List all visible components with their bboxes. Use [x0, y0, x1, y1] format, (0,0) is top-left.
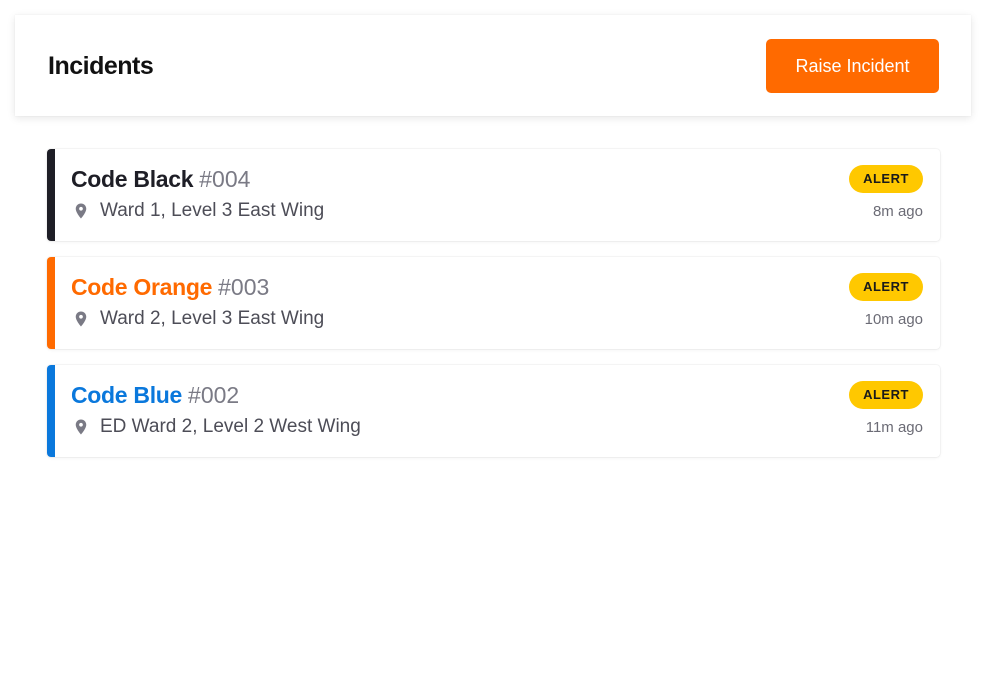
incident-location-row: Ward 2, Level 3 East Wing [72, 307, 324, 331]
map-pin-icon [75, 311, 87, 327]
incident-location-row: Ward 1, Level 3 East Wing [72, 199, 324, 223]
status-badge: ALERT [849, 165, 923, 193]
incident-code: Code Orange [71, 274, 213, 300]
raise-incident-button[interactable]: Raise Incident [766, 39, 939, 93]
incident-location: Ward 1, Level 3 East Wing [100, 200, 325, 221]
incident-location-row: ED Ward 2, Level 2 West Wing [72, 415, 361, 439]
severity-stripe [47, 365, 55, 457]
status-badge: ALERT [849, 381, 923, 409]
incident-code: Code Blue [71, 382, 183, 408]
incidents-header: Incidents Raise Incident [15, 15, 971, 116]
incident-timestamp: 10m ago [864, 311, 923, 328]
incident-timestamp: 11m ago [865, 419, 923, 436]
incident-card[interactable]: Code Blue #002 ED Ward 2, Level 2 West Wi… [47, 365, 940, 457]
incident-card[interactable]: Code Black #004 Ward 1, Level 3 East Wing… [47, 149, 940, 241]
incident-card[interactable]: Code Orange #003 Ward 2, Level 3 East Win… [47, 257, 940, 349]
severity-stripe [47, 149, 55, 241]
incident-title: Code Blue #002 [71, 380, 239, 414]
incident-number: #003 [218, 274, 270, 300]
incident-location: ED Ward 2, Level 2 West Wing [100, 416, 361, 437]
map-pin-icon [75, 203, 87, 219]
incident-title: Code Black #004 [71, 164, 250, 198]
incident-number: #004 [199, 166, 251, 192]
page-title: Incidents [48, 52, 154, 80]
incident-number: #002 [188, 382, 240, 408]
incident-title: Code Orange #003 [71, 272, 269, 306]
incident-list: Code Black #004 Ward 1, Level 3 East Wing… [47, 149, 940, 473]
incident-timestamp: 8m ago [872, 203, 923, 220]
incident-location: Ward 2, Level 3 East Wing [100, 308, 325, 329]
map-pin-icon [75, 419, 87, 435]
incident-code: Code Black [71, 166, 194, 192]
severity-stripe [47, 257, 55, 349]
status-badge: ALERT [849, 273, 923, 301]
